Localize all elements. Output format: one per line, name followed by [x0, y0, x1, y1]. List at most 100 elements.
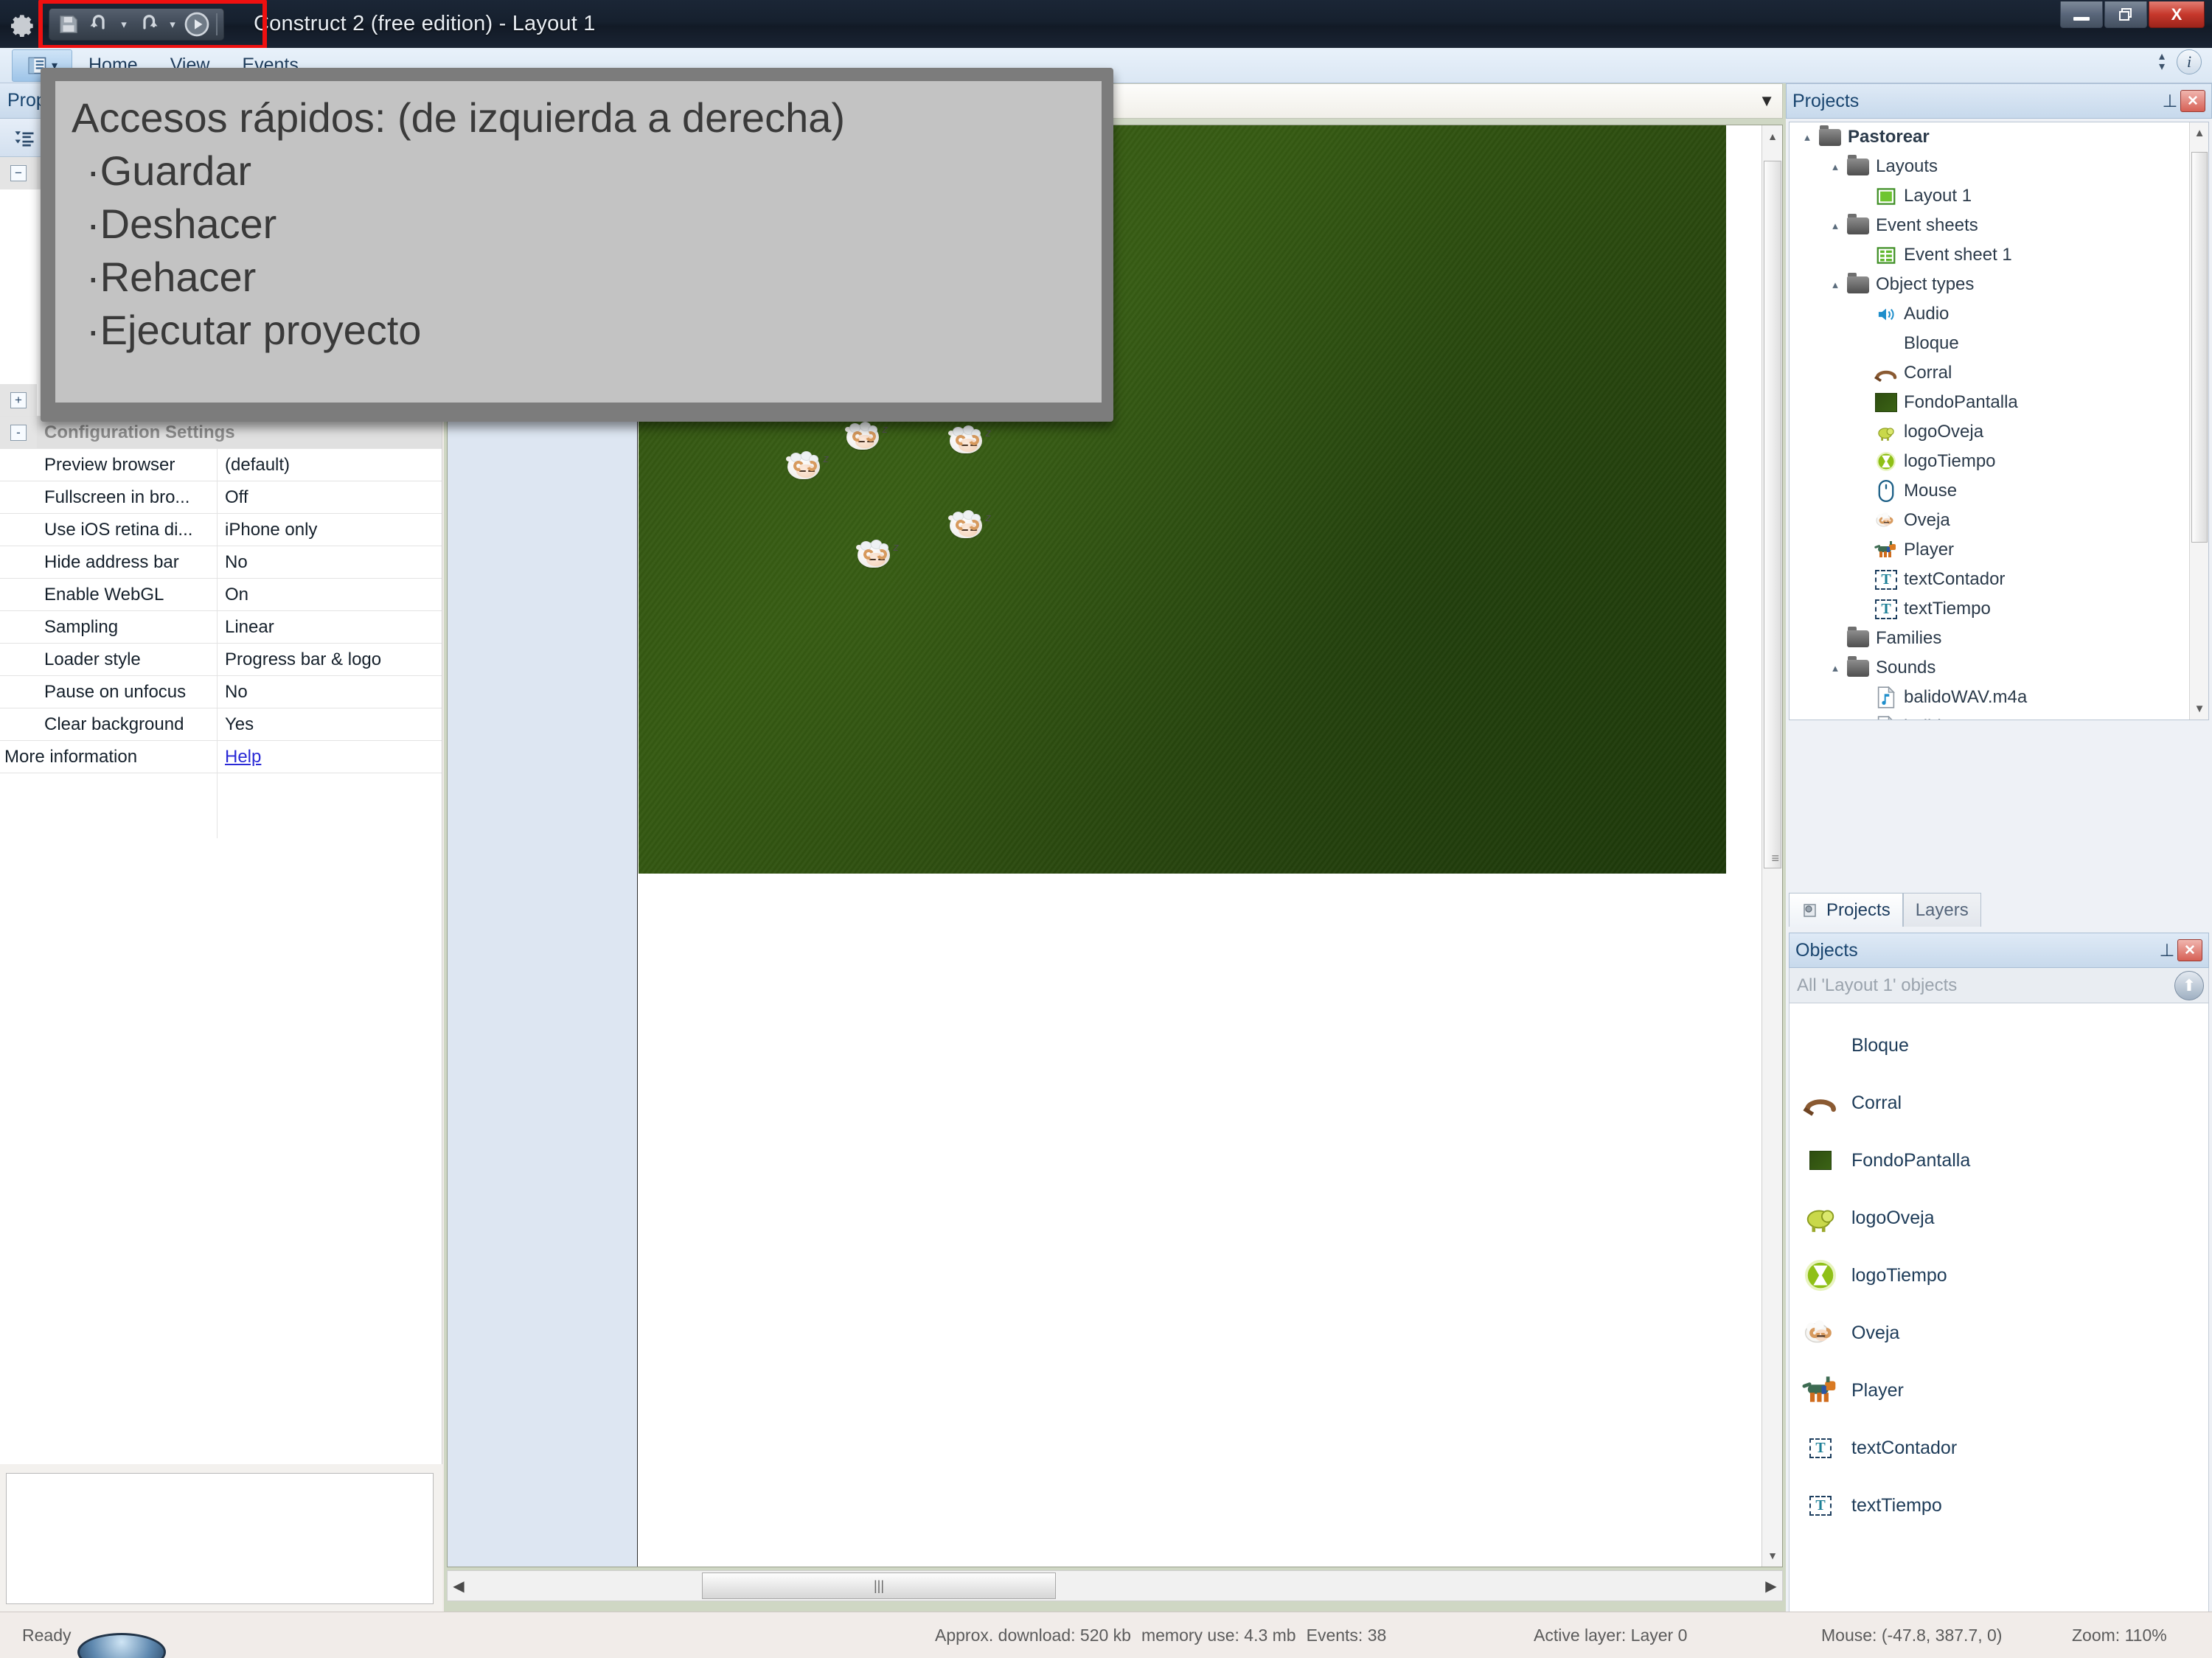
collapse-expander-icon[interactable]: −: [10, 164, 27, 181]
tree-scroll-down-arrow-icon[interactable]: ▼: [2193, 703, 2206, 715]
green-swatch-icon: [1874, 391, 1899, 414]
property-value[interactable]: On: [218, 579, 442, 610]
tree-twisty-icon[interactable]: ▴: [1825, 219, 1846, 232]
more-information-row[interactable]: More information Help: [0, 741, 442, 773]
projects-close-icon[interactable]: ✕: [2180, 90, 2205, 112]
property-value[interactable]: iPhone only: [218, 514, 442, 546]
viewport-vertical-scrollbar[interactable]: ▲ ≡ ▼: [1761, 125, 1782, 1567]
table-row[interactable]: Hide address bar No: [0, 546, 442, 579]
scroll-up-arrow-icon[interactable]: ▲: [1764, 128, 1781, 144]
horizontal-scroll-thumb[interactable]: |||: [702, 1572, 1056, 1599]
help-link[interactable]: Help: [225, 747, 261, 767]
tree-item-oveja[interactable]: Oveja: [1790, 506, 2208, 535]
scroll-right-arrow-icon[interactable]: ▶: [1760, 1577, 1782, 1595]
close-button[interactable]: X: [2149, 1, 2205, 28]
tree-twisty-icon[interactable]: ▴: [1825, 661, 1846, 675]
sheep-object[interactable]: z: [856, 538, 899, 572]
redo-button[interactable]: [135, 12, 161, 37]
scroll-down-arrow-icon[interactable]: ▼: [1764, 1547, 1781, 1564]
undo-button[interactable]: [86, 12, 113, 37]
objects-close-icon[interactable]: ✕: [2177, 939, 2202, 961]
tree-item-player[interactable]: Player: [1790, 535, 2208, 565]
restore-button[interactable]: [2104, 1, 2147, 28]
list-item-texttiempo[interactable]: TtextTiempo: [1790, 1477, 2208, 1534]
tree-scroll-thumb[interactable]: [2191, 152, 2208, 543]
minimize-button[interactable]: [2060, 1, 2103, 28]
undo-dropdown-chevron-down-icon[interactable]: ▾: [117, 12, 131, 37]
property-value[interactable]: (default): [218, 449, 442, 481]
save-button[interactable]: [55, 12, 82, 37]
tree-item-layouts[interactable]: ▴ Layouts: [1790, 152, 2208, 181]
table-row[interactable]: Sampling Linear: [0, 611, 442, 644]
tab-layers[interactable]: Layers: [1902, 893, 1981, 927]
tree-item-mouse[interactable]: Mouse: [1790, 476, 2208, 506]
table-row[interactable]: Enable WebGL On: [0, 579, 442, 611]
list-item-corral[interactable]: Corral: [1790, 1074, 2208, 1132]
sheep-icon: [1804, 1320, 1832, 1343]
tree-item-fondopantalla[interactable]: FondoPantalla: [1790, 388, 2208, 417]
table-row[interactable]: Use iOS retina di... iPhone only: [0, 514, 442, 546]
table-row[interactable]: Pause on unfocus No: [0, 676, 442, 708]
property-value[interactable]: Linear: [218, 611, 442, 643]
collapse-expander-icon[interactable]: -: [10, 424, 27, 441]
tree-item-event-sheets[interactable]: ▴ Event sheets: [1790, 211, 2208, 240]
tree-twisty-icon[interactable]: ▴: [1825, 160, 1846, 173]
tab-projects[interactable]: Projects: [1789, 893, 1903, 927]
tree-item-audio[interactable]: Audio: [1790, 299, 2208, 329]
run-preview-button[interactable]: [184, 12, 210, 37]
list-item-bloque[interactable]: Bloque: [1790, 1017, 2208, 1074]
ribbon-info-icon[interactable]: i: [2177, 49, 2202, 74]
sheep-object[interactable]: z: [948, 424, 991, 458]
expand-expander-icon[interactable]: +: [10, 391, 27, 408]
objects-filter-bar[interactable]: All 'Layout 1' objects ⬆: [1789, 968, 2209, 1003]
project-tree[interactable]: ▴ Pastorear ▴ Layouts Layout 1 ▴ Event sheets E…: [1789, 122, 2209, 720]
tree-item-logotiempo[interactable]: logoTiempo: [1790, 447, 2208, 476]
property-value[interactable]: No: [218, 546, 442, 578]
tree-item-bloque[interactable]: Bloque: [1790, 329, 2208, 358]
sheep-object[interactable]: z: [786, 450, 829, 484]
tabbar-chevron-down-icon[interactable]: ▼: [1759, 91, 1775, 111]
table-row[interactable]: Preview browser (default): [0, 449, 442, 481]
tree-twisty-icon[interactable]: ▴: [1797, 130, 1818, 144]
tree-item-sounds[interactable]: ▴ Sounds: [1790, 653, 2208, 683]
tree-item-layout-1[interactable]: Layout 1: [1790, 181, 2208, 211]
vertical-scroll-thumb[interactable]: [1764, 161, 1781, 868]
list-item-textcontador[interactable]: TtextContador: [1790, 1419, 2208, 1477]
tree-item-balidowav-ogg[interactable]: balidoWAV.ogg: [1790, 712, 2208, 720]
viewport-horizontal-scrollbar[interactable]: ◀ ||| ▶: [447, 1570, 1783, 1601]
tree-item-object-types[interactable]: ▴ Object types: [1790, 270, 2208, 299]
list-item-oveja[interactable]: Oveja: [1790, 1304, 2208, 1362]
table-row[interactable]: Fullscreen in bro... Off: [0, 481, 442, 514]
property-value[interactable]: Progress bar & logo: [218, 644, 442, 675]
up-arrow-circle-icon[interactable]: ⬆: [2174, 970, 2204, 1000]
ribbon-spinner-icon[interactable]: ▴ ▾: [2159, 51, 2165, 73]
tree-item-textcontador[interactable]: TtextContador: [1790, 565, 2208, 594]
gear-icon[interactable]: [4, 6, 38, 40]
tree-item-balidowav-m4a[interactable]: balidoWAV.m4a: [1790, 683, 2208, 712]
table-row[interactable]: Loader style Progress bar & logo: [0, 644, 442, 676]
property-value[interactable]: No: [218, 676, 442, 708]
tree-twisty-icon[interactable]: ▴: [1825, 278, 1846, 291]
tree-item-texttiempo[interactable]: TtextTiempo: [1790, 594, 2208, 624]
scroll-left-arrow-icon[interactable]: ◀: [448, 1577, 470, 1595]
sheep-object[interactable]: z: [845, 420, 888, 454]
tree-scroll-up-arrow-icon[interactable]: ▲: [2193, 127, 2206, 139]
tree-item-corral[interactable]: Corral: [1790, 358, 2208, 388]
list-item-logotiempo[interactable]: logoTiempo: [1790, 1247, 2208, 1304]
property-value[interactable]: Yes: [218, 708, 442, 740]
pin-icon[interactable]: ⊥: [2157, 940, 2177, 961]
sheep-object[interactable]: z: [948, 509, 991, 543]
list-item-player[interactable]: Player: [1790, 1362, 2208, 1419]
tree-item-families[interactable]: Families: [1790, 624, 2208, 653]
redo-dropdown-chevron-down-icon[interactable]: ▾: [166, 12, 179, 37]
tree-item-pastorear[interactable]: ▴ Pastorear: [1790, 122, 2208, 152]
list-item-fondopantalla[interactable]: FondoPantalla: [1790, 1132, 2208, 1189]
sort-list-icon[interactable]: [9, 124, 40, 152]
property-value[interactable]: Off: [218, 481, 442, 513]
tree-item-event-sheet-1[interactable]: Event sheet 1: [1790, 240, 2208, 270]
table-row[interactable]: Clear background Yes: [0, 708, 442, 741]
list-item-logooveja[interactable]: logoOveja: [1790, 1189, 2208, 1247]
tree-item-logooveja[interactable]: logoOveja: [1790, 417, 2208, 447]
pin-icon[interactable]: ⊥: [2160, 91, 2180, 112]
project-tree-scrollbar[interactable]: ▲ ▼: [2189, 122, 2208, 720]
